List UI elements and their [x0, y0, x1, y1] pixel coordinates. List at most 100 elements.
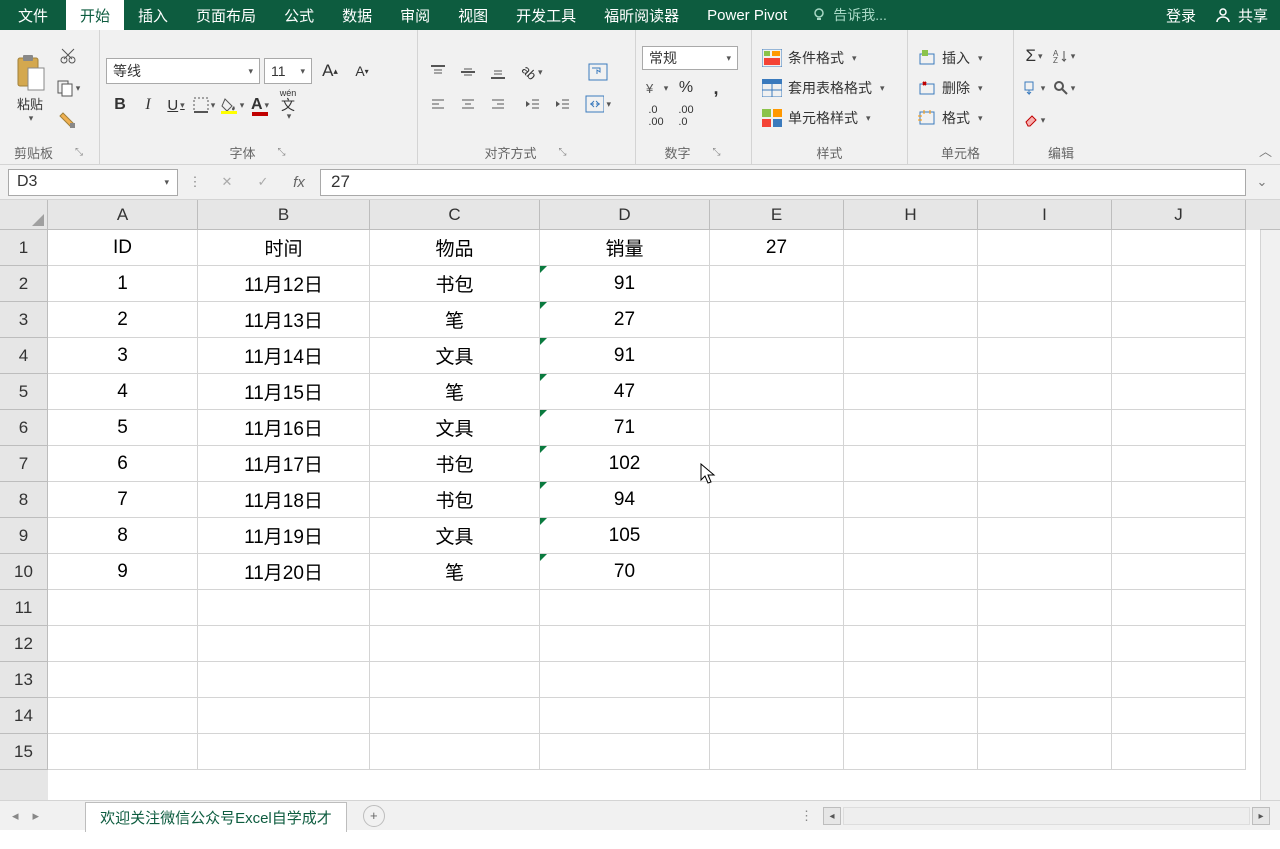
cell-C15[interactable] — [370, 734, 540, 770]
cell-A5[interactable]: 4 — [48, 374, 198, 410]
underline-button[interactable]: U▾ — [163, 92, 189, 118]
cell-D2[interactable]: 91 — [540, 266, 710, 302]
tab-formulas[interactable]: 公式 — [270, 0, 328, 30]
cell-H7[interactable] — [844, 446, 978, 482]
cell-H1[interactable] — [844, 230, 978, 266]
cell-J13[interactable] — [1112, 662, 1246, 698]
cell-H13[interactable] — [844, 662, 978, 698]
cell-C11[interactable] — [370, 590, 540, 626]
cell-B4[interactable]: 11月14日 — [198, 338, 370, 374]
conditional-format-button[interactable]: 条件格式▾ — [758, 45, 889, 71]
grow-font-button[interactable]: A▴ — [317, 58, 343, 84]
cell-A3[interactable]: 2 — [48, 302, 198, 338]
cell-D12[interactable] — [540, 626, 710, 662]
cell-I7[interactable] — [978, 446, 1112, 482]
cell-H14[interactable] — [844, 698, 978, 734]
percent-button[interactable]: % — [673, 75, 699, 101]
cell-E11[interactable] — [710, 590, 844, 626]
cell-C6[interactable]: 文具 — [370, 410, 540, 446]
comma-button[interactable]: , — [703, 75, 729, 101]
cell-H3[interactable] — [844, 302, 978, 338]
cell-B6[interactable]: 11月16日 — [198, 410, 370, 446]
cell-E13[interactable] — [710, 662, 844, 698]
cell-A4[interactable]: 3 — [48, 338, 198, 374]
cell-B14[interactable] — [198, 698, 370, 734]
decrease-decimal-button[interactable]: .00.0 — [673, 103, 699, 129]
cell-A15[interactable] — [48, 734, 198, 770]
cell-B15[interactable] — [198, 734, 370, 770]
col-header-J[interactable]: J — [1112, 200, 1246, 230]
cell-A1[interactable]: ID — [48, 230, 198, 266]
cell-D8[interactable]: 94 — [540, 482, 710, 518]
cell-D9[interactable]: 105 — [540, 518, 710, 554]
cell-I3[interactable] — [978, 302, 1112, 338]
delete-cells-button[interactable]: 删除▾ — [914, 75, 987, 101]
cell-B3[interactable]: 11月13日 — [198, 302, 370, 338]
col-header-D[interactable]: D — [540, 200, 710, 230]
cell-B7[interactable]: 11月17日 — [198, 446, 370, 482]
cell-B1[interactable]: 时间 — [198, 230, 370, 266]
font-launcher[interactable]: ⤡ — [276, 147, 288, 158]
cut-button[interactable] — [55, 43, 81, 69]
cell-C4[interactable]: 文具 — [370, 338, 540, 374]
cell-C10[interactable]: 笔 — [370, 554, 540, 590]
cell-D15[interactable] — [540, 734, 710, 770]
tab-file[interactable]: 文件 — [0, 0, 66, 30]
autosum-button[interactable]: Σ▾ — [1021, 43, 1047, 69]
cell-E8[interactable] — [710, 482, 844, 518]
orientation-button[interactable]: ab▾ — [519, 59, 545, 85]
fill-color-button[interactable]: ▾ — [219, 92, 245, 118]
align-left-button[interactable] — [425, 91, 451, 117]
cell-D11[interactable] — [540, 590, 710, 626]
cell-J15[interactable] — [1112, 734, 1246, 770]
sheet-nav-next[interactable]: ▸ — [29, 808, 44, 824]
cell-C9[interactable]: 文具 — [370, 518, 540, 554]
cell-D3[interactable]: 27 — [540, 302, 710, 338]
format-painter-button[interactable] — [55, 107, 81, 133]
cell-H15[interactable] — [844, 734, 978, 770]
expand-formula-bar-button[interactable]: ⌄ — [1252, 174, 1272, 190]
cell-H10[interactable] — [844, 554, 978, 590]
cell-E7[interactable] — [710, 446, 844, 482]
cell-D13[interactable] — [540, 662, 710, 698]
align-bottom-button[interactable] — [485, 59, 511, 85]
table-format-button[interactable]: 套用表格格式▾ — [758, 75, 889, 101]
accounting-button[interactable]: ¥▾ — [643, 75, 669, 101]
align-launcher[interactable]: ⤡ — [557, 147, 569, 158]
cell-H4[interactable] — [844, 338, 978, 374]
paste-button[interactable]: 粘贴▾ — [6, 52, 54, 124]
cell-I2[interactable] — [978, 266, 1112, 302]
cell-D5[interactable]: 47 — [540, 374, 710, 410]
cell-C12[interactable] — [370, 626, 540, 662]
cell-E9[interactable] — [710, 518, 844, 554]
col-header-B[interactable]: B — [198, 200, 370, 230]
cell-H5[interactable] — [844, 374, 978, 410]
cell-D7[interactable]: 102 — [540, 446, 710, 482]
cell-B2[interactable]: 11月12日 — [198, 266, 370, 302]
clipboard-launcher[interactable]: ⤡ — [73, 147, 85, 158]
cell-I12[interactable] — [978, 626, 1112, 662]
cell-J5[interactable] — [1112, 374, 1246, 410]
row-header-1[interactable]: 1 — [0, 230, 48, 266]
tab-dev[interactable]: 开发工具 — [502, 0, 590, 30]
cell-E3[interactable] — [710, 302, 844, 338]
cell-H11[interactable] — [844, 590, 978, 626]
cell-C3[interactable]: 笔 — [370, 302, 540, 338]
sheet-grid[interactable]: ID时间物品销量27111月12日书包91211月13日笔27311月14日文具… — [48, 230, 1260, 800]
fill-button[interactable]: ▾ — [1021, 75, 1047, 101]
row-header-3[interactable]: 3 — [0, 302, 48, 338]
font-color-button[interactable]: A▾ — [247, 92, 273, 118]
cell-E2[interactable] — [710, 266, 844, 302]
number-format-select[interactable]: 常规▾ — [642, 46, 738, 70]
cell-D4[interactable]: 91 — [540, 338, 710, 374]
cell-I10[interactable] — [978, 554, 1112, 590]
tab-home[interactable]: 开始 — [66, 0, 124, 30]
cell-C5[interactable]: 笔 — [370, 374, 540, 410]
increase-indent-button[interactable] — [549, 91, 575, 117]
cell-styles-button[interactable]: 单元格样式▾ — [758, 105, 889, 131]
number-launcher[interactable]: ⤡ — [711, 147, 723, 158]
row-header-6[interactable]: 6 — [0, 410, 48, 446]
cell-H6[interactable] — [844, 410, 978, 446]
name-box[interactable]: D3▾ — [8, 169, 178, 196]
tab-powerpivot[interactable]: Power Pivot — [693, 0, 801, 30]
